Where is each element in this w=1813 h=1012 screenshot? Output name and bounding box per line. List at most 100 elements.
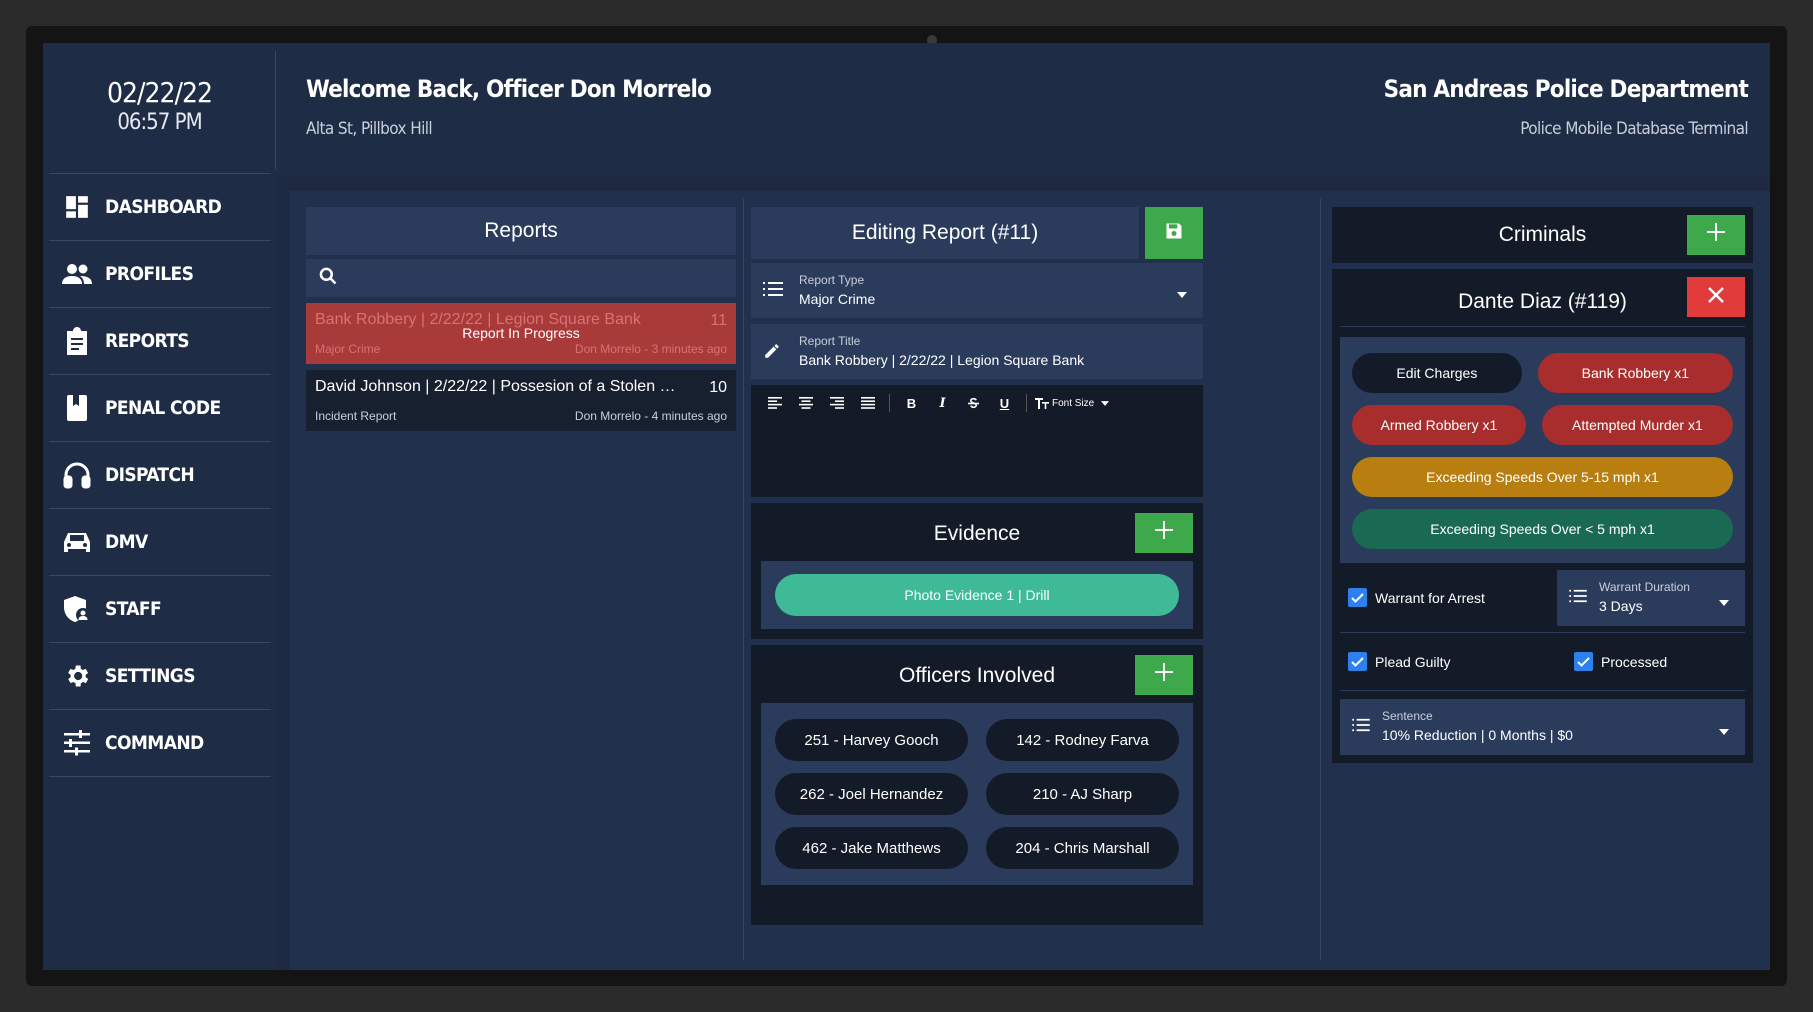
chevron-down-icon	[1719, 593, 1729, 611]
sidebar-item-label: REPORTS	[105, 330, 190, 352]
font-size-dropdown[interactable]: Font Size	[1035, 397, 1110, 409]
charge-pill[interactable]: Armed Robbery x1	[1352, 405, 1526, 445]
underline-button[interactable]: U	[991, 392, 1018, 414]
report-title-field[interactable]: Report Title Bank Robbery | 2/22/22 | Le…	[751, 324, 1203, 379]
search-input[interactable]	[306, 259, 736, 297]
officer-item[interactable]: 204 - Chris Marshall	[986, 827, 1179, 869]
report-type-label: Report Type	[799, 273, 865, 287]
charge-pill[interactable]: Attempted Murder x1	[1541, 405, 1733, 445]
close-icon	[1708, 285, 1724, 309]
clock-time: 06:57 PM	[117, 110, 202, 135]
sidebar-item-label: COMMAND	[105, 732, 204, 754]
pencil-icon	[763, 342, 781, 365]
sidebar-item-reports[interactable]: REPORTS	[49, 308, 271, 375]
report-row[interactable]: Bank Robbery | 2/22/22 | Legion Square B…	[306, 303, 736, 364]
processed-checkbox[interactable]: Processed	[1574, 652, 1667, 671]
sidebar-item-dashboard[interactable]: DASHBOARD	[49, 174, 271, 241]
warrant-duration-select[interactable]: Warrant Duration 3 Days	[1557, 570, 1745, 626]
report-row[interactable]: David Johnson | 2/22/22 | Possesion of a…	[306, 370, 736, 431]
report-title-label: Report Title	[799, 334, 861, 348]
sidebar-item-penal-code[interactable]: PENAL CODE	[49, 375, 271, 442]
reports-title: Reports	[306, 207, 736, 255]
sentence-select[interactable]: Sentence 10% Reduction | 0 Months | $0	[1340, 699, 1745, 755]
evidence-panel: Evidence Photo Evidence 1 | Drill	[751, 503, 1203, 639]
save-button[interactable]	[1145, 207, 1203, 259]
add-officer-button[interactable]	[1135, 655, 1193, 695]
evidence-list: Photo Evidence 1 | Drill	[761, 561, 1193, 629]
column-divider	[1320, 199, 1321, 960]
search-icon	[318, 266, 338, 291]
report-type-select[interactable]: Report Type Major Crime	[751, 263, 1203, 318]
clipboard-icon	[61, 325, 93, 357]
people-icon	[61, 258, 93, 290]
report-id: 10	[709, 379, 727, 396]
add-criminal-button[interactable]	[1687, 215, 1745, 255]
bold-button[interactable]: B	[898, 392, 925, 414]
sidebar-item-label: PENAL CODE	[105, 397, 221, 419]
officer-item[interactable]: 262 - Joel Hernandez	[775, 773, 968, 815]
officer-item[interactable]: 251 - Harvey Gooch	[775, 719, 968, 761]
rich-text-editor[interactable]: B I U Font Size	[751, 385, 1203, 497]
evidence-title: Evidence	[933, 522, 1021, 545]
list-icon	[763, 281, 783, 302]
officer-location: Alta St, Pillbox Hill	[306, 119, 433, 139]
warrant-checkbox[interactable]: Warrant for Arrest	[1348, 588, 1485, 607]
sidebar-item-label: STAFF	[105, 598, 162, 620]
align-center-button[interactable]	[792, 392, 819, 414]
charge-pill[interactable]: Exceeding Speeds Over < 5 mph x1	[1352, 509, 1733, 549]
editor-title: Editing Report (#11)	[751, 207, 1139, 259]
report-in-progress-overlay: Report In Progress	[462, 325, 580, 341]
sidebar-item-dmv[interactable]: DMV	[49, 509, 271, 576]
report-type: Incident Report	[315, 409, 397, 423]
clock-date: 02/22/22	[106, 76, 213, 109]
plead-guilty-checkbox[interactable]: Plead Guilty	[1348, 652, 1450, 671]
plead-guilty-label: Plead Guilty	[1375, 653, 1451, 670]
sidebar-item-command[interactable]: COMMAND	[49, 710, 271, 777]
evidence-item[interactable]: Photo Evidence 1 | Drill	[775, 574, 1179, 616]
sidebar-item-staff[interactable]: STAFF	[49, 576, 271, 643]
strikethrough-button[interactable]	[960, 392, 987, 414]
warrant-duration-value: 3 Days	[1599, 598, 1643, 614]
list-icon	[1569, 589, 1587, 608]
book-icon	[61, 392, 93, 424]
officer-item[interactable]: 210 - AJ Sharp	[986, 773, 1179, 815]
dashboard-icon	[61, 191, 93, 223]
criminals-panel: Criminals Dante Diaz (#119) Edit Charges…	[1332, 207, 1753, 763]
checkmark-icon	[1348, 652, 1367, 671]
align-justify-button[interactable]	[854, 392, 881, 414]
add-evidence-button[interactable]	[1135, 513, 1193, 553]
sentence-value: 10% Reduction | 0 Months | $0	[1382, 727, 1573, 743]
car-icon	[61, 526, 93, 558]
report-type-value: Major Crime	[799, 291, 876, 307]
column-divider	[743, 199, 744, 960]
mdt-screen: 02/22/22 06:57 PM DASHBOARD PROFILES REP…	[43, 43, 1770, 970]
clock: 02/22/22 06:57 PM	[43, 43, 276, 173]
headset-icon	[61, 459, 93, 491]
plus-icon	[1707, 223, 1725, 247]
sidebar-item-label: DASHBOARD	[105, 196, 222, 218]
align-center-icon	[798, 397, 813, 409]
italic-button[interactable]: I	[929, 392, 956, 414]
remove-criminal-button[interactable]	[1687, 277, 1745, 317]
warrant-label: Warrant for Arrest	[1375, 589, 1485, 606]
edit-charges-button[interactable]: Edit Charges	[1352, 353, 1522, 393]
align-left-button[interactable]	[761, 392, 788, 414]
toolbar-divider	[889, 394, 890, 412]
header: Welcome Back, Officer Don Morrelo Alta S…	[276, 43, 1770, 176]
editor-toolbar: B I U Font Size	[751, 385, 1203, 421]
align-right-button[interactable]	[823, 392, 850, 414]
officers-panel: Officers Involved 251 - Harvey Gooch 142…	[751, 645, 1203, 925]
sentence-label: Sentence	[1382, 709, 1433, 723]
officer-item[interactable]: 462 - Jake Matthews	[775, 827, 968, 869]
sidebar-item-settings[interactable]: SETTINGS	[49, 643, 271, 710]
charge-pill[interactable]: Exceeding Speeds Over 5-15 mph x1	[1352, 457, 1733, 497]
align-left-icon	[767, 397, 782, 409]
criminal-card: Dante Diaz (#119) Edit Charges Bank Robb…	[1332, 269, 1753, 763]
sidebar-item-dispatch[interactable]: DISPATCH	[49, 442, 271, 509]
align-right-icon	[829, 397, 844, 409]
charge-pill[interactable]: Bank Robbery x1	[1537, 353, 1733, 393]
sidebar-nav: DASHBOARD PROFILES REPORTS PENAL CODE DI…	[49, 173, 271, 777]
officer-item[interactable]: 142 - Rodney Farva	[986, 719, 1179, 761]
officers-list: 251 - Harvey Gooch 142 - Rodney Farva 26…	[761, 703, 1193, 885]
sidebar-item-profiles[interactable]: PROFILES	[49, 241, 271, 308]
